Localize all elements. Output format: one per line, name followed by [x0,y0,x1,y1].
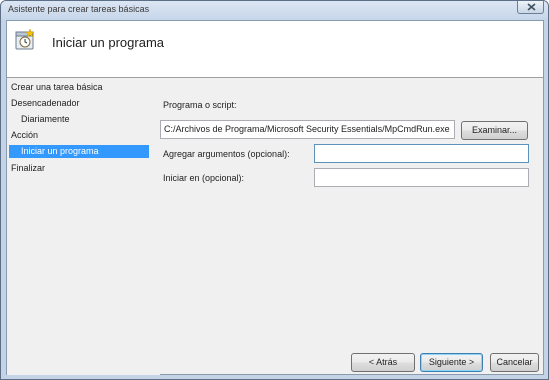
arguments-field[interactable] [314,144,529,163]
nav-step-action[interactable]: Acción [11,129,38,142]
wizard-header: Iniciar un programa [7,21,543,78]
nav-step-daily[interactable]: Diariamente [21,113,70,126]
close-button[interactable] [517,1,544,14]
wizard-client-area: Iniciar un programa Crear una tarea bási… [6,20,544,375]
wizard-steps-nav: Crear una tarea básica Desencadenador Di… [7,78,160,375]
page-title: Iniciar un programa [52,35,164,50]
close-icon [527,3,536,11]
nav-step-finish[interactable]: Finalizar [11,162,45,175]
title-bar[interactable]: Asistente para crear tareas básicas [1,1,548,20]
program-field[interactable]: C:/Archivos de Programa/Microsoft Securi… [160,120,455,139]
wizard-window: Asistente para crear tareas básicas Inic… [0,0,549,380]
task-clock-icon [15,29,35,50]
program-label: Programa o script: [163,100,237,110]
start-in-field[interactable] [314,168,529,187]
nav-step-trigger[interactable]: Desencadenador [11,97,80,110]
cancel-button[interactable]: Cancelar [490,353,539,372]
back-button[interactable]: < Atrás [351,353,415,372]
next-button[interactable]: Siguiente > [420,353,483,372]
nav-step-create-task[interactable]: Crear una tarea básica [11,81,103,94]
arguments-label: Agregar argumentos (opcional): [163,149,290,159]
nav-step-start-program[interactable]: Iniciar un programa [9,145,149,158]
start-in-label: Iniciar en (opcional): [163,173,245,183]
window-title: Asistente para crear tareas básicas [8,4,150,14]
browse-button[interactable]: Examinar... [461,121,528,140]
program-value: C:/Archivos de Programa/Microsoft Securi… [164,124,450,134]
